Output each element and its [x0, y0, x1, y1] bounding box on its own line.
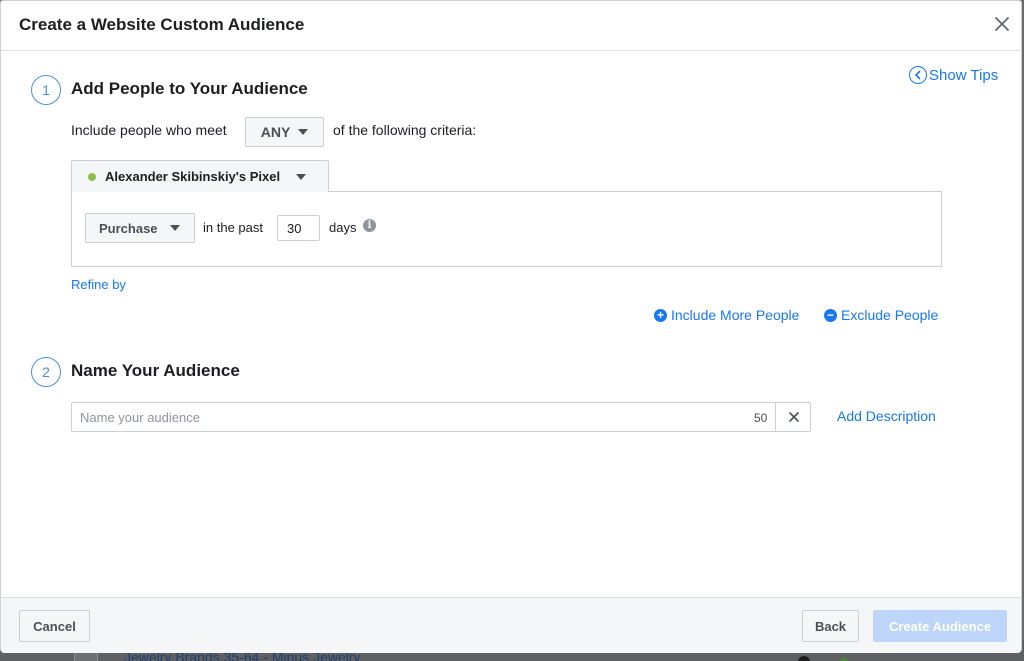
refine-by-link[interactable]: Refine by [71, 277, 126, 292]
caret-down-icon [169, 225, 180, 231]
caret-down-icon [298, 129, 309, 135]
include-more-people-button[interactable]: + Include More People [654, 307, 799, 323]
step-1-number: 1 [31, 75, 61, 105]
include-more-label: Include More People [671, 307, 800, 323]
in-the-past-text: in the past [203, 220, 263, 235]
pixel-status-dot [88, 172, 96, 181]
background-checkbox [74, 652, 98, 661]
background-info-icon [798, 656, 810, 661]
include-prefix-text: Include people who meet [71, 122, 227, 138]
dialog-title: Create a Website Custom Audience [19, 15, 305, 34]
dialog-footer: Cancel Back Create Audience [1, 597, 1021, 653]
show-tips-link[interactable]: Show Tips [909, 66, 998, 84]
rule-box [71, 191, 942, 267]
step-2-number: 2 [31, 357, 61, 387]
show-tips-label: Show Tips [929, 66, 999, 84]
audience-name-input[interactable] [72, 403, 772, 431]
clear-icon[interactable] [775, 403, 811, 431]
step-2-title: Name Your Audience [71, 361, 240, 380]
close-icon[interactable] [991, 13, 1013, 35]
caret-down-icon [296, 173, 307, 180]
back-button[interactable]: Back [802, 610, 859, 642]
cancel-button[interactable]: Cancel [19, 610, 90, 642]
match-type-dropdown[interactable]: ANY [245, 117, 324, 147]
create-audience-button[interactable]: Create Audience [873, 610, 1007, 642]
create-audience-dialog: Create a Website Custom Audience Show Ti… [0, 0, 1022, 653]
add-description-link[interactable]: Add Description [837, 408, 936, 424]
chevron-left-icon [909, 66, 927, 84]
exclude-label: Exclude People [841, 307, 939, 323]
event-dropdown[interactable]: Purchase [85, 213, 195, 243]
days-input[interactable] [277, 215, 320, 241]
minus-circle-icon: − [824, 308, 837, 322]
audience-name-field: 50 [71, 402, 811, 432]
event-value: Purchase [99, 220, 158, 236]
info-icon[interactable]: i [363, 219, 376, 232]
char-count: 50 [754, 411, 768, 425]
days-label: days [329, 220, 357, 235]
include-suffix-text: of the following criteria: [333, 122, 477, 138]
exclude-people-button[interactable]: − Exclude People [824, 307, 938, 323]
step-1-title: Add People to Your Audience [71, 79, 308, 98]
plus-circle-icon: + [654, 308, 667, 322]
dialog-header: Create a Website Custom Audience [1, 1, 1021, 51]
pixel-selector[interactable]: Alexander Skibinskiy's Pixel [71, 160, 329, 192]
pixel-name: Alexander Skibinskiy's Pixel [105, 169, 281, 184]
match-type-value: ANY [260, 124, 291, 140]
